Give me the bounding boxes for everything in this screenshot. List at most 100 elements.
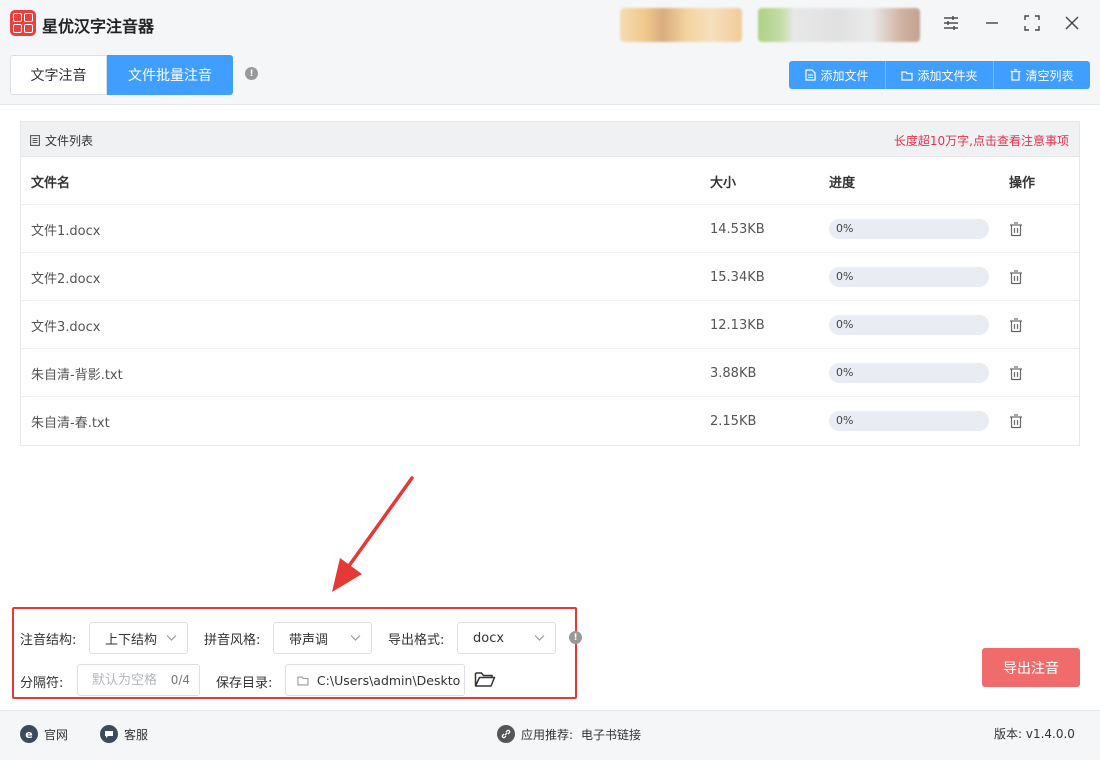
help-icon[interactable]: !	[245, 67, 258, 80]
browse-folder-button[interactable]	[474, 669, 496, 693]
chat-bubble-icon	[100, 725, 118, 743]
structure-label: 注音结构:	[20, 633, 77, 648]
file-progress: 0%	[829, 301, 989, 349]
file-icon	[805, 69, 817, 81]
progress-bar: 0%	[829, 411, 989, 431]
separator-label: 分隔符:	[20, 676, 64, 691]
minimize-button[interactable]	[981, 12, 1003, 34]
export-format-value: docx	[473, 630, 505, 646]
separator-input[interactable]	[92, 672, 172, 688]
file-action	[1009, 301, 1023, 349]
export-format-label: 导出格式:	[388, 633, 445, 648]
file-list-title-text: 文件列表	[45, 134, 94, 148]
delete-file-button[interactable]	[1009, 365, 1023, 381]
open-folder-icon	[474, 672, 496, 687]
separator-counter: 0/4	[170, 673, 190, 687]
trash-icon	[1010, 269, 1022, 284]
tab-text-annotation[interactable]: 文字注音	[10, 55, 107, 95]
link-icon	[497, 725, 515, 743]
folder-icon	[297, 675, 309, 686]
maximize-button[interactable]	[1021, 12, 1043, 34]
file-list-title: 文件列表	[30, 132, 93, 149]
progress-text: 0%	[836, 222, 854, 235]
delete-file-button[interactable]	[1009, 413, 1023, 429]
export-annotation-button[interactable]: 导出注音	[982, 648, 1080, 687]
sliders-icon	[944, 16, 958, 30]
add-file-label: 添加文件	[820, 68, 869, 83]
delete-file-button[interactable]	[1009, 317, 1023, 333]
support-link[interactable]: 客服	[100, 725, 148, 743]
structure-select[interactable]: 上下结构	[89, 622, 188, 654]
blurred-account-info	[758, 8, 920, 42]
separator-field[interactable]: 0/4	[77, 664, 200, 696]
add-file-button[interactable]: 添加文件	[789, 61, 886, 89]
settings-button[interactable]	[940, 12, 962, 34]
add-folder-button[interactable]: 添加文件夹	[886, 61, 994, 89]
progress-text: 0%	[836, 318, 854, 331]
file-progress: 0%	[829, 205, 989, 253]
file-size: 2.15KB	[710, 413, 757, 429]
close-button[interactable]	[1061, 12, 1083, 34]
trash-icon	[1010, 69, 1021, 81]
maximize-icon	[1024, 15, 1040, 31]
export-format-select[interactable]: docx	[457, 622, 556, 654]
trash-icon	[1010, 413, 1022, 428]
table-row: 文件1.docx 14.53KB 0%	[21, 205, 1079, 253]
file-action	[1009, 253, 1023, 301]
chevron-down-icon	[350, 635, 361, 641]
save-dir-field[interactable]: C:\Users\admin\Deskto	[285, 664, 465, 696]
pinyin-style-value: 带声调	[289, 632, 329, 648]
file-progress: 0%	[829, 349, 989, 397]
file-name: 朱自清-春.txt	[31, 415, 110, 431]
tab-batch-file-annotation[interactable]: 文件批量注音	[107, 55, 233, 95]
pinyin-style-select[interactable]: 带声调	[273, 622, 372, 654]
column-header-progress: 进度	[829, 175, 856, 191]
file-progress: 0%	[829, 397, 989, 445]
progress-bar: 0%	[829, 267, 989, 287]
file-action	[1009, 349, 1023, 397]
table-header-row: 文件名 大小 进度 操作	[21, 157, 1079, 205]
file-size: 15.34KB	[710, 269, 765, 285]
clear-list-label: 清空列表	[1025, 68, 1074, 83]
file-action	[1009, 205, 1023, 253]
table-row: 朱自清-背影.txt 3.88KB 0%	[21, 349, 1079, 397]
progress-text: 0%	[836, 270, 854, 283]
clear-list-button[interactable]: 清空列表	[994, 61, 1090, 89]
save-dir-label: 保存目录:	[216, 676, 273, 691]
file-size: 3.88KB	[710, 365, 757, 381]
format-help-icon[interactable]: !	[569, 631, 582, 644]
length-notice-link[interactable]: 长度超10万字,点击查看注意事项	[894, 132, 1069, 149]
progress-text: 0%	[836, 414, 854, 427]
annotation-arrow	[332, 476, 414, 592]
column-header-size: 大小	[710, 175, 737, 191]
ebook-link[interactable]: 电子书链接	[581, 726, 641, 743]
delete-file-button[interactable]	[1009, 221, 1023, 237]
column-header-action: 操作	[1009, 175, 1036, 191]
table-row: 文件3.docx 12.13KB 0%	[21, 301, 1079, 349]
recommend-label: 应用推荐:	[521, 727, 574, 742]
chevron-down-icon	[166, 635, 177, 641]
file-progress: 0%	[829, 253, 989, 301]
title-bar: 星优汉字注音器	[0, 0, 1100, 48]
progress-text: 0%	[836, 366, 854, 379]
version-label: 版本: v1.4.0.0	[994, 727, 1075, 741]
table-row: 朱自清-春.txt 2.15KB 0%	[21, 397, 1079, 445]
blurred-user-info	[620, 8, 742, 42]
ie-globe-icon: e	[20, 725, 38, 743]
chevron-down-icon	[534, 635, 545, 641]
file-table: 文件名 大小 进度 操作 文件1.docx 14.53KB 0% 文件2.docx 15…	[20, 157, 1080, 446]
delete-file-button[interactable]	[1009, 269, 1023, 285]
app-title: 星优汉字注音器	[42, 17, 155, 36]
file-toolbar: 添加文件 添加文件夹 清空列表	[789, 61, 1090, 89]
version-info: 版本: v1.4.0.0	[994, 725, 1075, 742]
file-name: 文件3.docx	[31, 319, 101, 335]
file-size: 12.13KB	[710, 317, 765, 333]
column-header-name: 文件名	[31, 175, 71, 191]
website-link[interactable]: e 官网	[20, 725, 68, 743]
file-action	[1009, 397, 1023, 445]
website-label: 官网	[44, 727, 69, 742]
list-icon	[30, 135, 40, 146]
folder-icon	[901, 70, 914, 81]
progress-bar: 0%	[829, 315, 989, 335]
trash-icon	[1010, 317, 1022, 332]
